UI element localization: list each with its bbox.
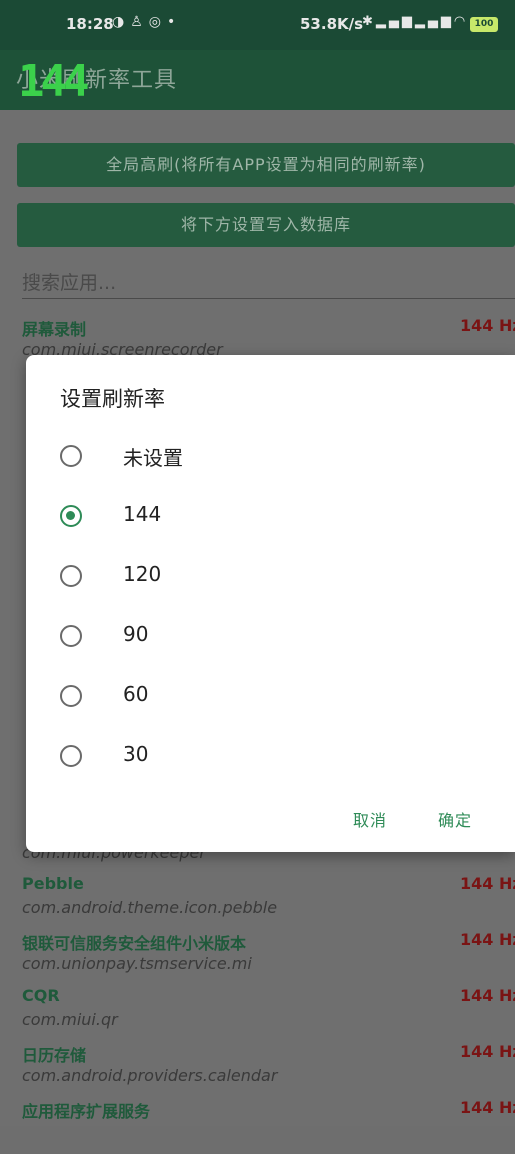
notification-icon: ♙ xyxy=(130,14,149,30)
app-package: com.miui.qr xyxy=(22,1010,118,1029)
dot-icon: • xyxy=(167,14,182,30)
bluetooth-icon: ✱ xyxy=(362,14,376,29)
list-item[interactable]: CQR com.miui.qr 144 Hz xyxy=(22,986,515,1042)
option-label: 30 xyxy=(123,742,149,766)
app-name: CQR xyxy=(22,986,60,1005)
app-package: com.android.providers.calendar xyxy=(22,1066,278,1085)
option-unset[interactable]: 未设置 xyxy=(60,437,515,489)
option-90[interactable]: 90 xyxy=(60,617,515,669)
app-rate: 144 Hz xyxy=(460,316,515,335)
option-144[interactable]: 144 xyxy=(60,497,515,549)
app-rate: 144 Hz xyxy=(460,874,515,893)
app-package: com.android.theme.icon.pebble xyxy=(22,898,278,917)
list-item[interactable]: Pebble com.android.theme.icon.pebble 144… xyxy=(22,874,515,930)
mode-icon: ◑ xyxy=(112,14,131,30)
app-name: 应用程序扩展服务 xyxy=(22,1102,151,1121)
status-left-icons: ◑♙◎• xyxy=(112,14,181,30)
app-name: Pebble xyxy=(22,874,84,893)
hd-signal-icon: ▂▄▆ xyxy=(375,14,415,29)
write-database-button[interactable]: 将下方设置写入数据库 xyxy=(17,203,515,247)
option-label: 未设置 xyxy=(123,446,183,470)
app-name: 银联可信服务安全组件小米版本 xyxy=(22,934,247,953)
app-rate: 144 Hz xyxy=(460,986,515,1005)
network-speed: 53.8K/s xyxy=(300,15,364,33)
ok-button[interactable]: 确定 xyxy=(438,807,472,831)
cancel-button[interactable]: 取消 xyxy=(353,807,387,831)
option-label: 90 xyxy=(123,622,149,646)
refresh-rate-dialog: 设置刷新率 未设置 144 120 90 60 30 取消 确定 xyxy=(26,355,515,852)
radio-icon[interactable] xyxy=(60,745,82,767)
hd-signal-icon: ▂▄▆ xyxy=(414,14,454,29)
app-rate: 144 Hz xyxy=(460,1042,515,1061)
app-icon: ◎ xyxy=(148,14,167,30)
status-time: 18:28 xyxy=(66,15,114,33)
radio-icon[interactable] xyxy=(60,685,82,707)
list-item[interactable]: 日历存储 com.android.providers.calendar 144 … xyxy=(22,1042,515,1098)
wifi-icon: ◠ xyxy=(453,14,469,29)
global-refresh-button[interactable]: 全局高刷(将所有APP设置为相同的刷新率) xyxy=(17,143,515,187)
option-label: 120 xyxy=(123,562,162,586)
option-120[interactable]: 120 xyxy=(60,557,515,609)
list-item[interactable]: 应用程序扩展服务 144 Hz xyxy=(22,1098,515,1154)
radio-icon[interactable] xyxy=(60,625,82,647)
radio-icon[interactable] xyxy=(60,565,82,587)
app-rate: 144 Hz xyxy=(460,1098,515,1117)
status-bar: 18:28 ◑♙◎• 53.8K/s ✱▂▄▆▂▄▆◠ 100 xyxy=(0,0,515,50)
option-label: 60 xyxy=(123,682,149,706)
battery-icon: 100 xyxy=(470,17,498,32)
option-label: 144 xyxy=(123,502,162,526)
radio-icon[interactable] xyxy=(60,445,82,467)
status-right-icons: ✱▂▄▆▂▄▆◠ xyxy=(362,14,468,29)
list-item[interactable]: 银联可信服务安全组件小米版本 com.unionpay.tsmservice.m… xyxy=(22,930,515,986)
fps-overlay: 144 xyxy=(18,56,90,107)
app-name: 日历存储 xyxy=(22,1046,87,1065)
option-60[interactable]: 60 xyxy=(60,677,515,729)
app-name: 屏幕录制 xyxy=(22,320,87,339)
radio-checked-icon[interactable] xyxy=(60,505,82,527)
app-package: com.unionpay.tsmservice.mi xyxy=(22,954,252,973)
dialog-title: 设置刷新率 xyxy=(60,387,165,411)
app-rate: 144 Hz xyxy=(460,930,515,949)
option-30[interactable]: 30 xyxy=(60,737,515,789)
search-input[interactable]: 搜索应用... xyxy=(22,268,515,299)
